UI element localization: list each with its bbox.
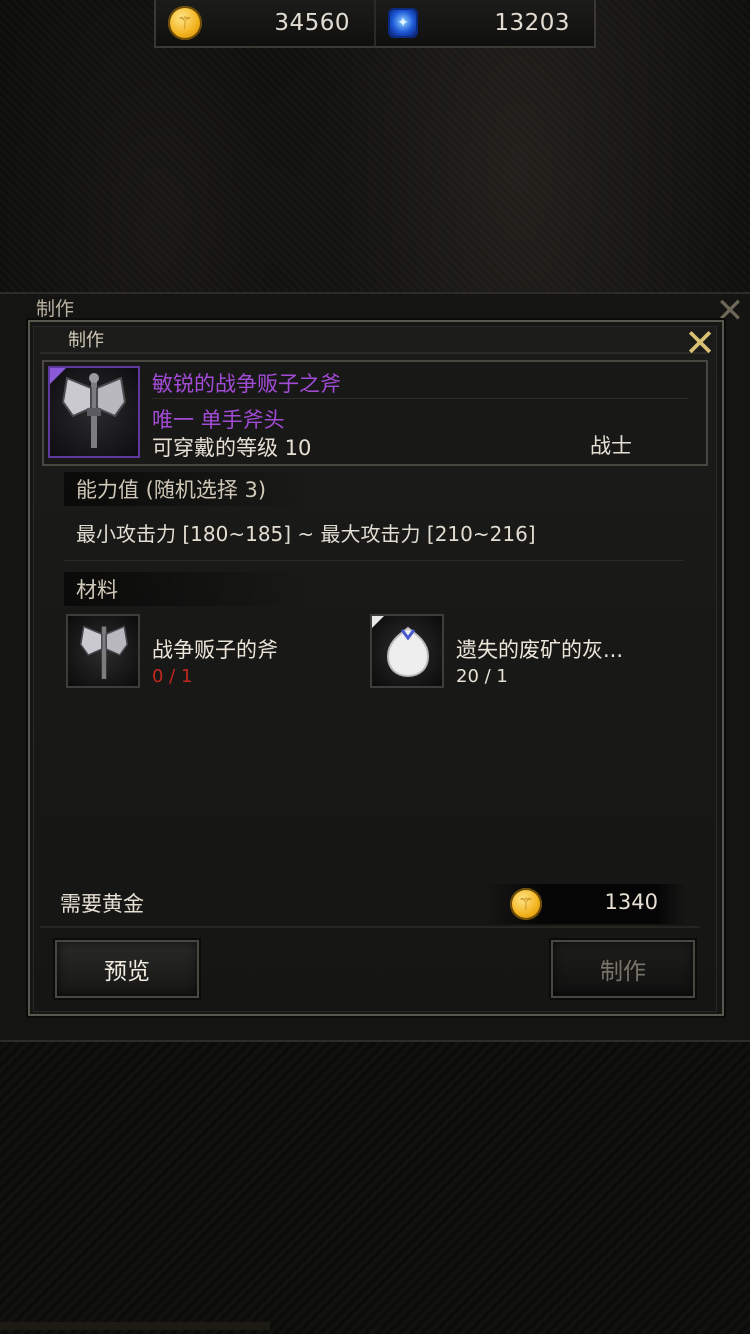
close-icon[interactable]: ✕ xyxy=(682,324,718,362)
gem-amount: 13203 xyxy=(494,10,570,36)
gold-coin-icon: ⚚ xyxy=(168,6,202,40)
title-divider xyxy=(40,352,708,354)
item-type: 唯一 单手斧头 xyxy=(152,408,285,432)
item-level: 可穿戴的等级 10 xyxy=(152,436,312,460)
preview-button[interactable]: 预览 xyxy=(55,940,199,998)
battle-axe-icon[interactable] xyxy=(66,614,140,688)
outer-window-title: 制作 xyxy=(36,298,75,320)
stats-divider xyxy=(64,560,684,561)
gem-currency: ✦ 13203 xyxy=(374,0,594,46)
material-name: 战争贩子的斧 xyxy=(152,638,278,662)
blue-gem-icon: ✦ xyxy=(388,8,418,38)
material-count: 20 / 1 xyxy=(456,666,508,687)
item-name-divider xyxy=(152,398,688,399)
stats-heading: 能力值 (随机选择 3) xyxy=(76,478,267,502)
item-name: 敏锐的战争贩子之斧 xyxy=(152,372,341,396)
battle-axe-icon[interactable] xyxy=(48,366,140,458)
background-bar xyxy=(0,1322,270,1330)
craft-button[interactable]: 制作 xyxy=(551,940,695,998)
item-class: 战士 xyxy=(590,434,632,458)
stat-attack-range: 最小攻击力 [180~185] ~ 最大攻击力 [210~216] xyxy=(76,522,536,546)
gold-amount: 34560 xyxy=(274,10,350,36)
gold-coin-icon: ⚚ xyxy=(510,888,542,920)
background-lower xyxy=(0,1040,750,1334)
material-name: 遗失的废矿的灰... xyxy=(456,638,624,662)
gold-divider xyxy=(40,926,700,928)
gold-required-label: 需要黄金 xyxy=(60,892,144,916)
gold-currency: ⚚ 34560 xyxy=(156,0,374,46)
currency-bar: ⚚ 34560 ✦ 13203 xyxy=(154,0,596,48)
material-count: 0 / 1 xyxy=(152,666,193,687)
gold-required-value: 1340 xyxy=(604,890,658,914)
materials-heading: 材料 xyxy=(76,578,118,602)
panel-title: 制作 xyxy=(68,330,104,351)
white-ash-crystal-icon[interactable] xyxy=(370,614,444,688)
